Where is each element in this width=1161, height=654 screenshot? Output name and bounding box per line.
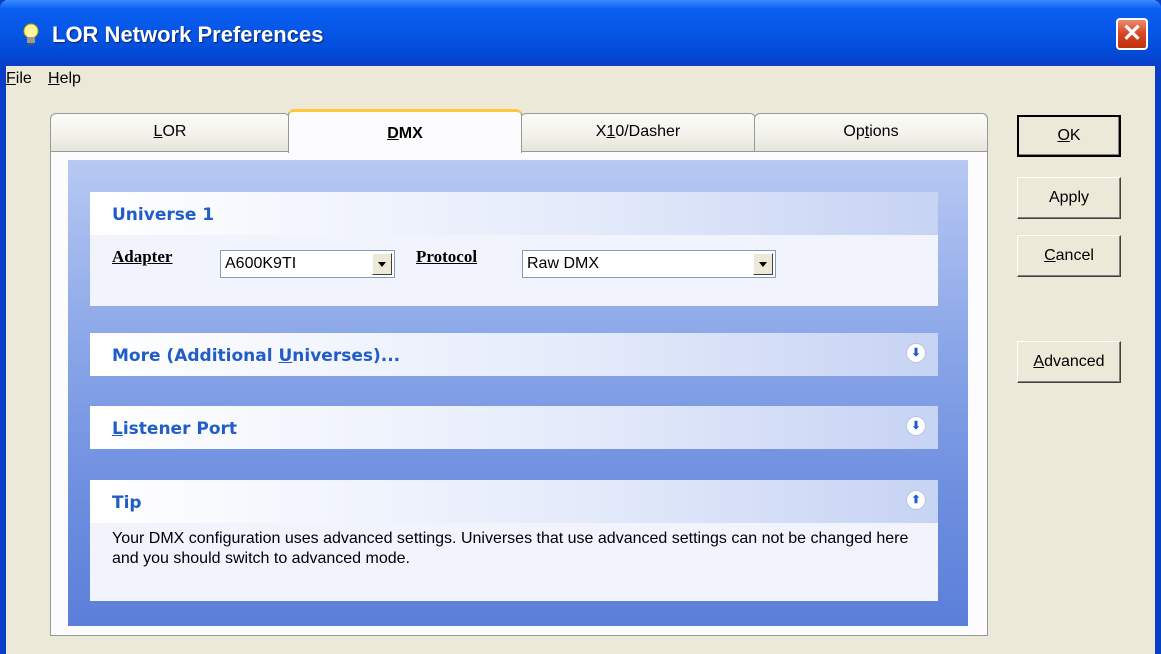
task-pane: Universe 1 Adapter A600K9TI Protocol Raw…	[68, 160, 968, 626]
universe-group: Universe 1 Adapter A600K9TI Protocol Raw…	[90, 192, 938, 306]
universe-title: Universe 1	[112, 205, 215, 225]
listener-port-title: Listener Port	[112, 419, 238, 439]
cancel-button[interactable]: Cancel	[1017, 235, 1121, 277]
apply-button[interactable]: Apply	[1017, 177, 1121, 219]
tip-title: Tip	[112, 493, 142, 513]
protocol-value: Raw DMX	[527, 255, 600, 272]
universe-body: Adapter A600K9TI Protocol Raw DMX	[90, 235, 938, 306]
menu-bar: File Help	[6, 66, 1155, 94]
window: LOR Network Preferences ✕ File Help LOR …	[0, 0, 1161, 654]
double-chevron-down-icon[interactable]: ⬇	[906, 343, 926, 363]
ok-button[interactable]: OK	[1017, 115, 1121, 157]
close-button[interactable]: ✕	[1116, 18, 1148, 50]
protocol-select[interactable]: Raw DMX	[522, 250, 776, 278]
double-chevron-up-icon[interactable]: ⬆	[906, 490, 926, 510]
chevron-down-icon[interactable]	[372, 253, 392, 275]
more-universes-header[interactable]: More (Additional Universes)... ⬇	[90, 333, 938, 376]
window-title: LOR Network Preferences	[52, 22, 324, 47]
double-chevron-down-icon[interactable]: ⬇	[906, 416, 926, 436]
tip-body: Your DMX configuration uses advanced set…	[90, 523, 938, 601]
listener-port-header[interactable]: Listener Port ⬇	[90, 406, 938, 449]
tip-text: Your DMX configuration uses advanced set…	[112, 530, 909, 567]
tab-x10-dasher[interactable]: X10/Dasher	[520, 113, 756, 151]
menu-file[interactable]: File	[6, 70, 32, 88]
tip-group: Tip ⬆ Your DMX configuration uses advanc…	[90, 480, 938, 601]
more-universes-group[interactable]: More (Additional Universes)... ⬇	[90, 333, 938, 376]
tab-dmx[interactable]: DMX	[288, 109, 522, 153]
tab-options[interactable]: Options	[754, 113, 988, 151]
menu-help[interactable]: Help	[48, 70, 81, 88]
adapter-label: Adapter	[112, 247, 173, 266]
title-bar[interactable]: LOR Network Preferences ✕	[0, 0, 1161, 66]
tab-lor[interactable]: LOR	[50, 113, 290, 151]
chevron-down-icon[interactable]	[753, 253, 773, 275]
protocol-label: Protocol	[416, 247, 478, 266]
adapter-select[interactable]: A600K9TI	[220, 250, 395, 278]
universe-header: Universe 1	[90, 192, 938, 235]
tip-header[interactable]: Tip ⬆	[90, 480, 938, 523]
more-universes-title: More (Additional Universes)...	[112, 346, 401, 366]
adapter-value: A600K9TI	[225, 255, 297, 272]
dmx-tab-panel: Universe 1 Adapter A600K9TI Protocol Raw…	[50, 151, 988, 636]
listener-port-group[interactable]: Listener Port ⬇	[90, 406, 938, 449]
advanced-button[interactable]: Advanced	[1017, 341, 1121, 383]
lightbulb-icon	[23, 23, 39, 45]
